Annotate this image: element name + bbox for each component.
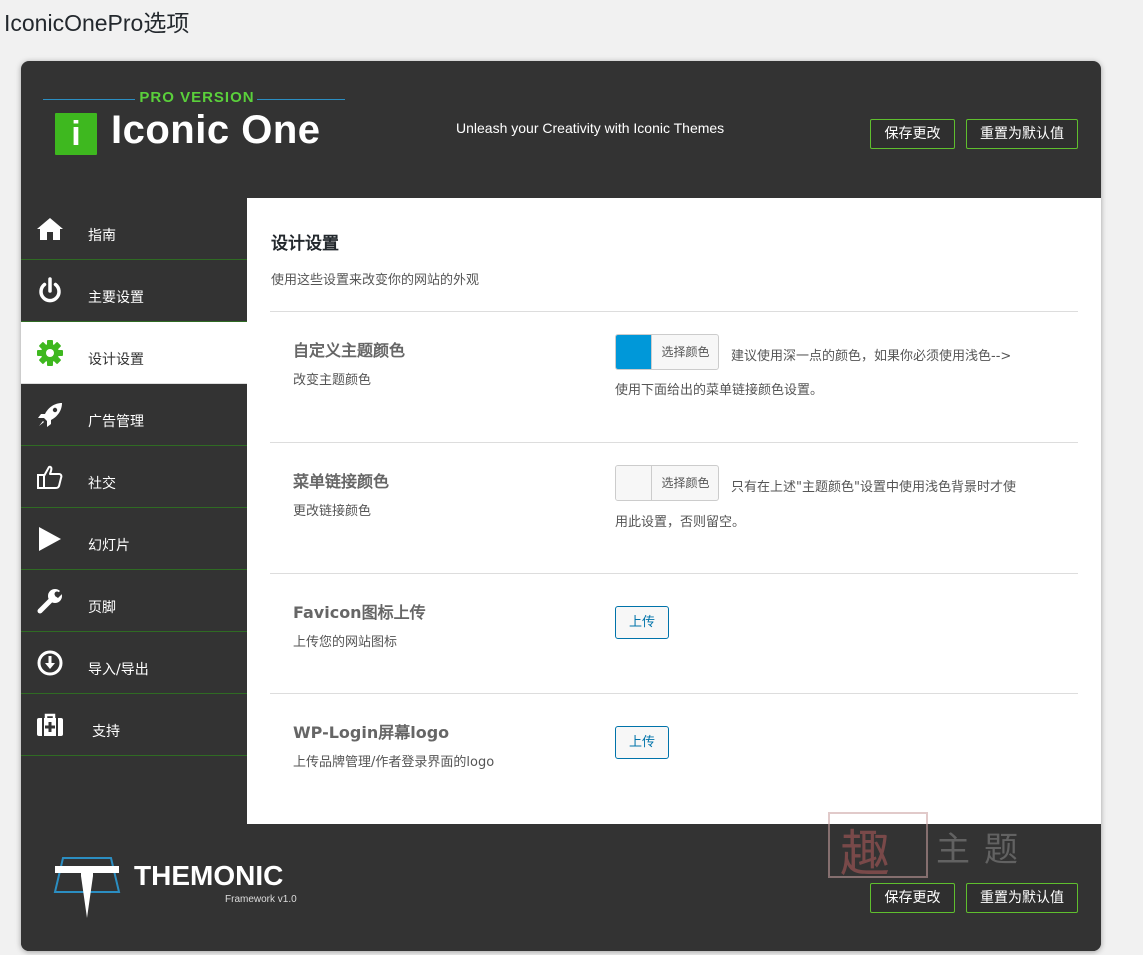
themonic-wordmark: THEMONIC (134, 860, 284, 891)
rocket-icon (38, 403, 62, 427)
wrench-icon (37, 589, 63, 614)
divider (270, 693, 1078, 694)
select-color-button[interactable]: 选择颜色 (651, 335, 718, 369)
menu-link-color-picker[interactable]: 选择颜色 (615, 465, 719, 501)
iconic-one-logo: PRO VERSION i Iconic One (43, 89, 345, 163)
sidebar-item-label: 幻灯片 (88, 538, 130, 554)
option-description: 上传品牌管理/作者登录界面的logo (293, 755, 495, 770)
header-tagline: Unleash your Creativity with Iconic Them… (456, 120, 725, 136)
select-color-button[interactable]: 选择颜色 (651, 466, 718, 500)
thumbs-up-icon (37, 465, 63, 489)
divider (270, 311, 1078, 312)
reset-defaults-button-bottom[interactable]: 重置为默认值 (966, 883, 1078, 913)
sidebar-item-ad-management[interactable]: 广告管理 (21, 384, 247, 446)
sidebar-item-label: 设计设置 (88, 352, 144, 368)
sidebar-item-main-settings[interactable]: 主要设置 (21, 260, 247, 322)
sidebar-item-slideshow[interactable]: 幻灯片 (21, 508, 247, 570)
panel-header: PRO VERSION i Iconic One Unleash your Cr… (21, 61, 1101, 198)
option-description: 改变主题颜色 (293, 373, 372, 388)
option-note: 建议使用深一点的颜色，如果你必须使用浅色--> (731, 349, 1012, 364)
option-note: 只有在上述"主题颜色"设置中使用浅色背景时才使 (731, 480, 1016, 495)
sidebar-item-label: 社交 (88, 476, 116, 492)
themonic-logo: THEMONIC Framework v1.0 (49, 854, 319, 924)
option-title: Favicon图标上传 (293, 603, 426, 622)
download-icon (37, 650, 63, 676)
sidebar-item-design-settings[interactable]: 设计设置 (21, 322, 247, 384)
logo-mark: i (55, 113, 97, 155)
section-description: 使用这些设置来改变你的网站的外观 (271, 273, 480, 288)
sidebar-item-support[interactable]: 支持 (21, 694, 247, 756)
section-title: 设计设置 (271, 234, 339, 254)
theme-color-picker[interactable]: 选择颜色 (615, 334, 719, 370)
option-title: 自定义主题颜色 (293, 341, 406, 360)
themonic-mark-icon (53, 857, 121, 918)
settings-content: 设计设置 使用这些设置来改变你的网站的外观 自定义主题颜色 改变主题颜色 选择颜… (247, 198, 1101, 824)
divider (270, 573, 1078, 574)
sidebar-item-guide[interactable]: 指南 (21, 198, 247, 260)
sidebar-item-label: 支持 (92, 724, 120, 740)
sidebar-nav: 指南 主要设置 设计设置 广告管理 社交 幻灯片 页脚 导入/导出 支持 (21, 198, 247, 824)
sidebar-item-label: 广告管理 (88, 414, 144, 430)
option-title: WP-Login屏幕logo (293, 723, 450, 742)
login-logo-upload-button[interactable]: 上传 (615, 726, 669, 759)
power-icon (39, 277, 61, 303)
option-description: 更改链接颜色 (293, 504, 372, 519)
reset-defaults-button-top[interactable]: 重置为默认值 (966, 119, 1078, 149)
divider (270, 442, 1078, 443)
sidebar-item-import-export[interactable]: 导入/导出 (21, 632, 247, 694)
logo-wordmark: Iconic One (111, 108, 321, 152)
play-icon (39, 527, 61, 551)
save-button-top[interactable]: 保存更改 (870, 119, 955, 149)
sidebar-item-label: 指南 (88, 228, 116, 244)
theme-color-swatch[interactable] (616, 335, 651, 369)
home-icon (37, 218, 63, 240)
option-note: 用此设置，否则留空。 (615, 515, 746, 530)
save-button-bottom[interactable]: 保存更改 (870, 883, 955, 913)
sidebar-item-label: 导入/导出 (88, 662, 149, 678)
sidebar-item-social[interactable]: 社交 (21, 446, 247, 508)
pro-version-badge: PRO VERSION (139, 89, 255, 106)
favicon-upload-button[interactable]: 上传 (615, 606, 669, 639)
framework-version: Framework v1.0 (225, 894, 297, 905)
menu-link-color-swatch[interactable] (616, 466, 651, 500)
sidebar-item-label: 页脚 (88, 600, 116, 616)
medkit-icon (37, 713, 63, 736)
site-watermark: 趣 主题 (828, 812, 1058, 883)
option-note: 使用下面给出的菜单链接颜色设置。 (615, 383, 824, 398)
page-title: IconicOnePro选项 (4, 10, 190, 36)
gear-icon (37, 340, 63, 366)
sidebar-item-footer[interactable]: 页脚 (21, 570, 247, 632)
option-description: 上传您的网站图标 (293, 635, 398, 650)
option-title: 菜单链接颜色 (293, 472, 390, 491)
sidebar-item-label: 主要设置 (88, 290, 144, 306)
